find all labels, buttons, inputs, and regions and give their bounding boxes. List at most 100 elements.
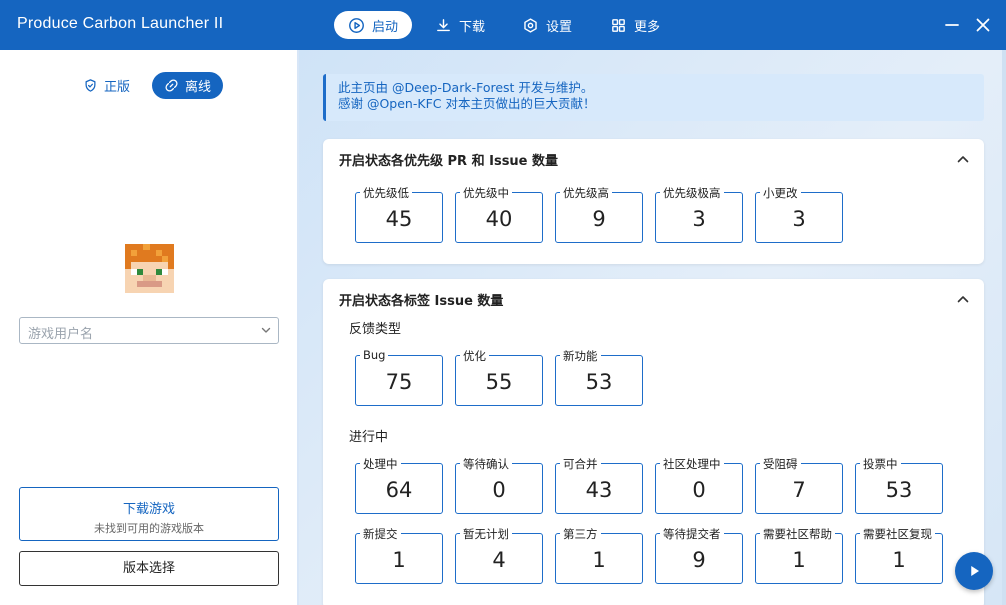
stat-value: 43 (585, 478, 613, 502)
stat-box: 小更改 3 (755, 185, 843, 243)
download-game-label: 下载游戏 (122, 502, 175, 517)
stat-box: 优先级高 9 (555, 185, 643, 243)
stat-label: 小更改 (760, 185, 801, 201)
stat-value: 45 (385, 207, 413, 231)
stat-label: 优化 (460, 348, 489, 364)
stat-value: 0 (692, 478, 706, 502)
stat-label: 等待提交者 (660, 526, 724, 542)
close-icon (976, 18, 990, 32)
minimize-button[interactable] (941, 14, 963, 36)
chevron-up-icon[interactable] (956, 152, 970, 166)
stat-box: 可合并 43 (555, 456, 643, 514)
no-version-hint: 未找到可用的游戏版本 (94, 522, 204, 535)
chevron-up-icon[interactable] (956, 292, 970, 306)
stat-label: 新功能 (560, 348, 601, 364)
nav-download-label: 下载 (459, 19, 486, 35)
stat-value: 9 (692, 548, 706, 572)
stat-label: 社区处理中 (660, 456, 724, 472)
download-icon (437, 18, 450, 31)
scrollbar[interactable] (1002, 50, 1006, 605)
nav-settings-button[interactable]: 设置 (508, 11, 586, 39)
stat-value: 40 (485, 207, 513, 231)
stat-box: 第三方 1 (555, 526, 643, 584)
nav-settings-label: 设置 (546, 19, 573, 35)
stat-box: 新提交 1 (355, 526, 443, 584)
stat-value: 53 (585, 370, 613, 394)
stat-label: 需要社区复现 (860, 526, 935, 542)
notice-line-1: 此主页由 @Deep-Dark-Forest 开发与维护。 (338, 80, 594, 95)
stat-box: 受阻碍 7 (755, 456, 843, 514)
title-bar: Produce Carbon Launcher II 启动 下载 设置 更多 (0, 0, 1006, 50)
stat-label: 优先级中 (460, 185, 512, 201)
login-tab-official-label: 正版 (104, 80, 131, 95)
stat-box: 优先级低 45 (355, 185, 443, 243)
nav-launch-button[interactable]: 启动 (334, 11, 413, 39)
stat-box: 需要社区复现 1 (855, 526, 943, 584)
link-broken-icon (165, 79, 178, 92)
priority-card-title: 开启状态各优先级 PR 和 Issue 数量 (339, 154, 559, 169)
avatar-pixel (167, 286, 174, 293)
stat-label: 优先级高 (560, 185, 612, 201)
stat-value: 1 (592, 548, 606, 572)
stat-label: 可合并 (560, 456, 601, 472)
stat-value: 53 (885, 478, 913, 502)
stat-box: 需要社区帮助 1 (755, 526, 843, 584)
stat-value: 1 (892, 548, 906, 572)
username-placeholder: 游戏用户名 (28, 327, 94, 342)
stat-box: 优先级极高 3 (655, 185, 743, 243)
player-avatar (125, 244, 174, 293)
username-input[interactable]: 游戏用户名 (19, 317, 279, 344)
stat-label: 优先级低 (360, 185, 412, 201)
nav-more-button[interactable]: 更多 (596, 11, 674, 39)
stat-value: 3 (792, 207, 806, 231)
stat-value: 7 (792, 478, 806, 502)
login-tab-official[interactable]: 正版 (71, 72, 142, 99)
progress-heading: 进行中 (349, 430, 389, 445)
stat-label: 第三方 (560, 526, 601, 542)
stat-value: 75 (385, 370, 413, 394)
stat-box: 社区处理中 0 (655, 456, 743, 514)
play-icon (349, 17, 364, 33)
stat-box: 优先级中 40 (455, 185, 543, 243)
stat-value: 1 (392, 548, 406, 572)
stat-value: 9 (592, 207, 606, 231)
stat-value: 1 (792, 548, 806, 572)
stat-value: 4 (492, 548, 506, 572)
notice-line-2: 感谢 @Open-KFC 对本主页做出的巨大贡献！ (338, 96, 596, 111)
stat-label: 等待确认 (460, 456, 512, 472)
stat-label: 投票中 (860, 456, 901, 472)
stat-box: 优化 55 (455, 348, 543, 406)
stat-value: 0 (492, 478, 506, 502)
stat-label: 新提交 (360, 526, 401, 542)
stat-box: 新功能 53 (555, 348, 643, 406)
homepage-panel: 此主页由 @Deep-Dark-Forest 开发与维护。 感谢 @Open-K… (299, 50, 1006, 605)
login-tab-offline[interactable]: 离线 (152, 72, 224, 99)
shield-check-icon (85, 79, 96, 92)
priority-card: 开启状态各优先级 PR 和 Issue 数量 优先级低 45 优先级中 40 优先级… (323, 139, 984, 264)
play-icon (971, 565, 980, 577)
stat-box: 暂无计划 4 (455, 526, 543, 584)
stat-label: 受阻碍 (760, 456, 801, 472)
download-game-button[interactable]: 下载游戏 未找到可用的游戏版本 (19, 487, 279, 541)
maintainer-notice: 此主页由 @Deep-Dark-Forest 开发与维护。 感谢 @Open-K… (323, 74, 984, 121)
nav-download-button[interactable]: 下载 (421, 11, 499, 39)
stat-box: 处理中 64 (355, 456, 443, 514)
login-panel: 正版 离线 游戏用户名 下载游戏 未找到可用的游戏版本 版本选择 (0, 50, 299, 605)
minimize-icon (945, 24, 959, 26)
chevron-down-icon (261, 327, 271, 333)
launch-fab-button[interactable] (955, 552, 993, 590)
grid-icon (612, 18, 625, 32)
version-select-button[interactable]: 版本选择 (19, 551, 279, 586)
stat-box: 等待确认 0 (455, 456, 543, 514)
stat-value: 64 (385, 478, 413, 502)
stat-label: 暂无计划 (460, 526, 512, 542)
stat-label: 需要社区帮助 (760, 526, 835, 542)
stat-label: 优先级极高 (660, 185, 724, 201)
stat-label: 处理中 (360, 456, 401, 472)
nav-more-label: 更多 (634, 19, 661, 35)
label-card-title: 开启状态各标签 Issue 数量 (339, 294, 504, 309)
close-button[interactable] (972, 14, 994, 36)
stat-value: 55 (485, 370, 513, 394)
stat-box: 等待提交者 9 (655, 526, 743, 584)
app-title: Produce Carbon Launcher II (17, 15, 224, 32)
